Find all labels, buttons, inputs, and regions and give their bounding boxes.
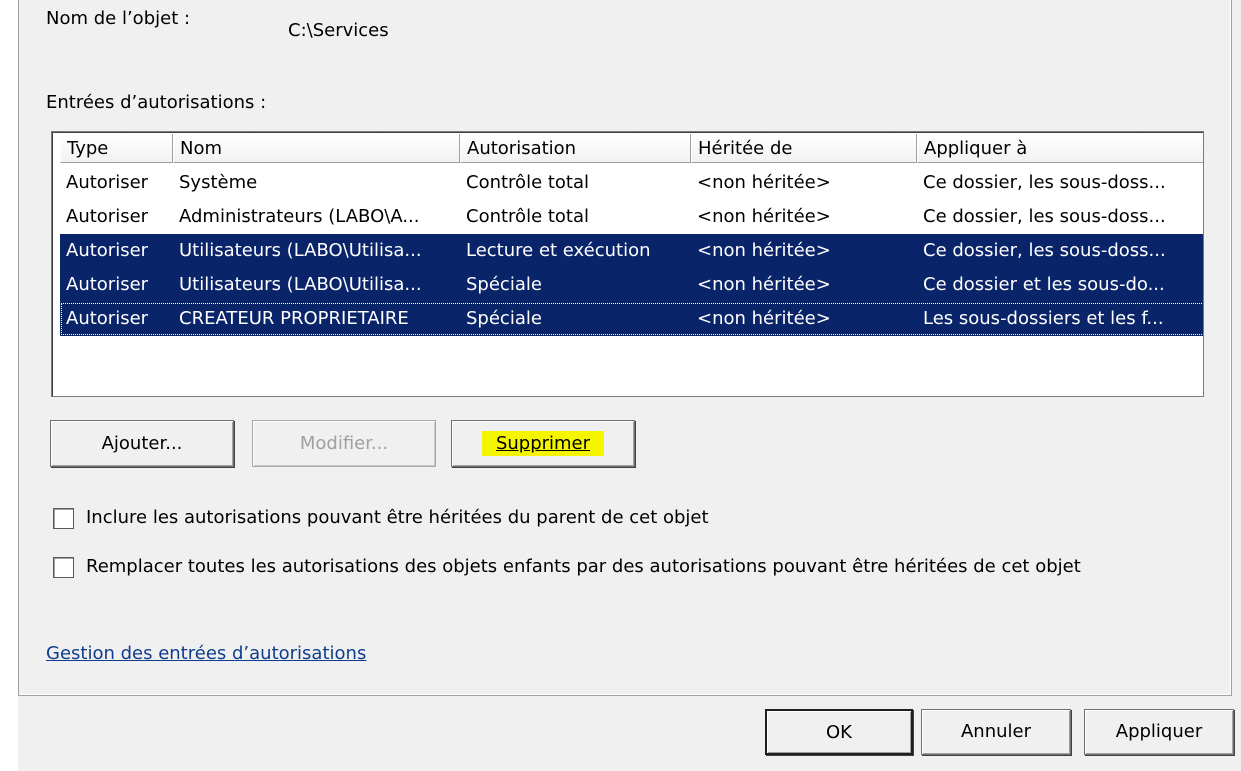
cell-apply-to: Les sous-dossiers et les f... [923, 308, 1164, 329]
cell-inherited: <non héritée> [697, 206, 831, 227]
remove-button-label: Supprimer [481, 431, 605, 456]
replace-children-checkbox[interactable] [53, 557, 74, 578]
cell-name: Utilisateurs (LABO\Utilisa... [179, 274, 422, 295]
cancel-button[interactable]: Annuler [921, 709, 1071, 755]
cell-name: Utilisateurs (LABO\Utilisa... [179, 240, 422, 261]
cell-name: Système [179, 172, 258, 193]
add-button[interactable]: Ajouter... [50, 420, 234, 467]
remove-button[interactable]: Supprimer [451, 420, 635, 467]
permission-entries-label: Entrées d’autorisations : [46, 92, 267, 113]
cell-apply-to: Ce dossier, les sous-doss... [923, 240, 1166, 261]
window-left-margin [0, 0, 18, 771]
column-header-name[interactable]: Nom [173, 134, 460, 163]
table-row-selected[interactable]: Autoriser Utilisateurs (LABO\Utilisa... … [60, 234, 1203, 268]
cell-permission: Lecture et exécution [466, 240, 651, 261]
permission-entries-list[interactable]: Type Nom Autorisation Héritée de Appliqu… [51, 131, 1204, 397]
column-header-inherited[interactable]: Héritée de [691, 134, 917, 163]
modify-button[interactable]: Modifier... [252, 420, 436, 467]
cell-apply-to: Ce dossier et les sous-do... [923, 274, 1165, 295]
column-header-apply-to[interactable]: Appliquer à [917, 134, 1203, 163]
manage-entries-link[interactable]: Gestion des entrées d’autorisations [46, 643, 366, 664]
cell-apply-to: Ce dossier, les sous-doss... [923, 206, 1166, 227]
cell-type: Autoriser [66, 308, 149, 329]
table-row-selected[interactable]: Autoriser CREATEUR PROPRIETAIRE Spéciale… [60, 302, 1203, 336]
cell-inherited: <non héritée> [697, 308, 831, 329]
cell-inherited: <non héritée> [697, 172, 831, 193]
cell-type: Autoriser [66, 240, 149, 261]
cell-type: Autoriser [66, 206, 149, 227]
cell-inherited: <non héritée> [697, 240, 831, 261]
replace-children-label[interactable]: Remplacer toutes les autorisations des o… [86, 556, 1081, 577]
object-name-label: Nom de l’objet : [46, 8, 191, 29]
list-header: Type Nom Autorisation Héritée de Appliqu… [60, 134, 1203, 163]
cell-apply-to: Ce dossier, les sous-doss... [923, 172, 1166, 193]
column-header-type[interactable]: Type [60, 134, 173, 163]
cell-name: CREATEUR PROPRIETAIRE [179, 308, 409, 329]
ok-button[interactable]: OK [765, 709, 913, 755]
cell-permission: Contrôle total [466, 172, 590, 193]
column-header-permission[interactable]: Autorisation [460, 134, 691, 163]
apply-button[interactable]: Appliquer [1084, 709, 1234, 755]
include-inherited-checkbox[interactable] [53, 508, 74, 529]
cell-permission: Spéciale [466, 274, 542, 295]
object-name-value: C:\Services [288, 20, 389, 41]
cell-permission: Spéciale [466, 308, 542, 329]
table-row[interactable]: Autoriser Administrateurs (LABO\A... Con… [60, 200, 1203, 234]
permissions-dialog: Nom de l’objet : C:\Services Entrées d’a… [0, 0, 1241, 771]
cell-name: Administrateurs (LABO\A... [179, 206, 420, 227]
include-inherited-label[interactable]: Inclure les autorisations pouvant être h… [86, 507, 709, 528]
cell-type: Autoriser [66, 274, 149, 295]
cell-permission: Contrôle total [466, 206, 590, 227]
table-row-selected[interactable]: Autoriser Utilisateurs (LABO\Utilisa... … [60, 268, 1203, 302]
cell-inherited: <non héritée> [697, 274, 831, 295]
cell-type: Autoriser [66, 172, 149, 193]
table-row[interactable]: Autoriser Système Contrôle total <non hé… [60, 166, 1203, 200]
